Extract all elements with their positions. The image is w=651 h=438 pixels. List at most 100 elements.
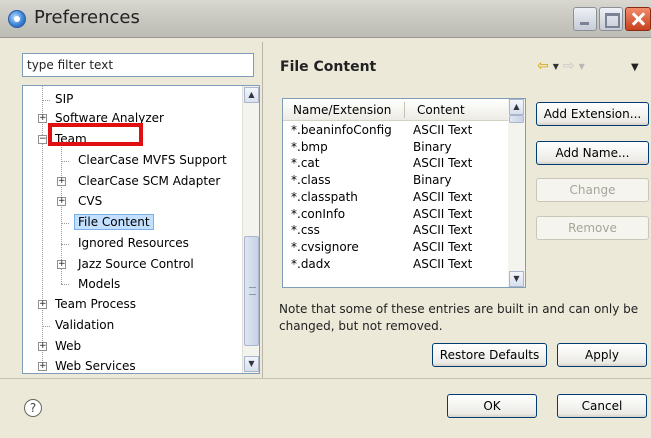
table-row[interactable]: *.css ASCII Text bbox=[283, 222, 508, 238]
tree-connector bbox=[61, 284, 69, 285]
grip-icon bbox=[249, 287, 256, 295]
expand-icon[interactable]: + bbox=[38, 114, 47, 123]
change-button[interactable]: Change bbox=[536, 178, 649, 202]
table-row[interactable]: *.bmp Binary bbox=[283, 139, 508, 155]
cell-name-extension: *.bmp bbox=[291, 139, 328, 154]
back-arrow-icon[interactable]: ⇦ bbox=[537, 58, 549, 74]
column-header-content[interactable]: Content bbox=[407, 99, 507, 121]
view-menu-icon[interactable]: ▼ bbox=[631, 62, 639, 73]
forward-arrow-icon[interactable]: ⇨ bbox=[563, 58, 575, 74]
table-row[interactable]: *.cat ASCII Text bbox=[283, 155, 508, 171]
apply-button[interactable]: Apply bbox=[557, 343, 647, 367]
cell-name-extension: *.cvsignore bbox=[291, 239, 359, 254]
page-title: File Content bbox=[280, 59, 377, 75]
scroll-up-button[interactable]: ▲ bbox=[244, 87, 259, 103]
cell-name-extension: *.conInfo bbox=[291, 206, 346, 221]
ok-button[interactable]: OK bbox=[447, 394, 537, 418]
note-text: Note that some of these entries are buil… bbox=[279, 302, 639, 333]
table-scrollbar[interactable]: ▲ ▼ bbox=[508, 99, 525, 287]
tree-item-label: SIP bbox=[55, 92, 74, 106]
tree-item-cvs[interactable]: CVS bbox=[78, 192, 102, 211]
tree-item-sip[interactable]: SIP bbox=[55, 90, 73, 109]
expand-icon[interactable]: + bbox=[38, 342, 47, 351]
table-row[interactable]: *.class Binary bbox=[283, 172, 508, 188]
cell-name-extension: *.beaninfoConfig bbox=[291, 123, 392, 137]
tree-connector bbox=[61, 244, 69, 245]
footer-separator bbox=[0, 378, 651, 379]
expand-icon[interactable]: + bbox=[57, 260, 66, 269]
column-header-name[interactable]: Name/Extension bbox=[283, 99, 401, 121]
title-bar[interactable]: Preferences bbox=[0, 0, 651, 38]
tree-item-jazz-source-control[interactable]: Jazz Source Control bbox=[78, 255, 194, 274]
expand-icon[interactable]: + bbox=[57, 197, 66, 206]
cell-name-extension: *.classpath bbox=[291, 189, 358, 204]
tree-connector bbox=[61, 223, 69, 224]
scroll-down-button[interactable]: ▼ bbox=[509, 271, 524, 287]
expand-icon[interactable]: + bbox=[38, 362, 47, 371]
selection-highlight-annotation bbox=[48, 123, 143, 146]
table-row[interactable]: *.classpath ASCII Text bbox=[283, 189, 508, 205]
table-row[interactable]: *.conInfo ASCII Text bbox=[283, 206, 508, 222]
scroll-up-button[interactable]: ▲ bbox=[509, 99, 524, 115]
navigation-arrows: ⇦ ▼ ⇨ ▼ bbox=[537, 58, 589, 74]
tree-item-models[interactable]: Models bbox=[78, 275, 120, 294]
table-row[interactable]: *.dadx ASCII Text bbox=[283, 256, 508, 272]
preferences-window: Preferences SIP + Software Analyzer − Te… bbox=[0, 0, 651, 438]
remove-button[interactable]: Remove bbox=[536, 216, 649, 240]
tree-item-label: Web bbox=[55, 339, 82, 353]
tree-item-label: Team Process bbox=[55, 297, 137, 311]
tree-item-web-services[interactable]: Web Services bbox=[55, 357, 136, 373]
tree-item-web[interactable]: Web bbox=[55, 337, 81, 356]
tree-connector bbox=[42, 326, 50, 327]
tree-item-team-process[interactable]: Team Process bbox=[55, 295, 136, 314]
scroll-thumb[interactable] bbox=[244, 236, 259, 346]
tree-guide-line bbox=[42, 86, 43, 371]
tree-item-label: Web Services bbox=[55, 359, 136, 373]
back-dropdown-icon[interactable]: ▼ bbox=[553, 62, 559, 71]
collapse-icon[interactable]: − bbox=[38, 135, 47, 144]
eclipse-logo-icon bbox=[8, 10, 26, 28]
expand-icon[interactable]: + bbox=[38, 300, 47, 309]
cell-content-type: ASCII Text bbox=[413, 189, 473, 204]
tree-item-clearcase-mvfs-support[interactable]: ClearCase MVFS Support bbox=[78, 151, 227, 170]
restore-defaults-button[interactable]: Restore Defaults bbox=[432, 343, 547, 367]
tree-item-label: Ignored Resources bbox=[78, 236, 189, 250]
close-button[interactable] bbox=[625, 7, 651, 31]
scroll-thumb[interactable] bbox=[509, 115, 524, 123]
cell-name-extension: *.css bbox=[291, 223, 320, 238]
add-extension-button[interactable]: Add Extension... bbox=[536, 102, 649, 126]
column-separator[interactable] bbox=[404, 102, 405, 118]
tree-item-label: Models bbox=[78, 277, 121, 291]
cell-name-extension: *.class bbox=[291, 173, 331, 188]
scroll-down-button[interactable]: ▼ bbox=[244, 356, 259, 372]
cell-name-extension: *.dadx bbox=[291, 256, 331, 271]
table-row[interactable]: *.beaninfoConfig ASCII Text bbox=[283, 122, 508, 138]
cancel-button[interactable]: Cancel bbox=[557, 394, 647, 418]
minimize-button[interactable] bbox=[573, 7, 597, 31]
table-row[interactable]: *.cvsignore ASCII Text bbox=[283, 239, 508, 255]
cell-content-type: ASCII Text bbox=[413, 156, 473, 171]
add-name-button[interactable]: Add Name... bbox=[536, 141, 649, 165]
tree-item-label: ClearCase SCM Adapter bbox=[78, 174, 221, 188]
tree-item-label: File Content bbox=[74, 214, 154, 230]
forward-dropdown-icon[interactable]: ▼ bbox=[579, 62, 585, 71]
tree-item-label: Validation bbox=[55, 318, 115, 332]
expand-icon[interactable]: + bbox=[57, 177, 66, 186]
window-title: Preferences bbox=[34, 7, 140, 28]
tree-item-ignored-resources[interactable]: Ignored Resources bbox=[78, 234, 189, 253]
pane-divider[interactable] bbox=[262, 42, 263, 378]
file-content-table[interactable]: Name/Extension Content *.beaninfoConfig A… bbox=[282, 98, 526, 288]
tree-connector bbox=[61, 161, 69, 162]
cell-content-type: ASCII Text bbox=[413, 123, 473, 137]
cell-content-type: ASCII Text bbox=[413, 223, 473, 238]
maximize-button[interactable] bbox=[599, 7, 623, 31]
tree-item-validation[interactable]: Validation bbox=[55, 316, 114, 335]
tree-item-file-content[interactable]: File Content bbox=[74, 213, 154, 232]
cell-content-type: ASCII Text bbox=[413, 206, 473, 221]
help-icon[interactable]: ? bbox=[24, 399, 42, 417]
filter-input[interactable] bbox=[22, 53, 254, 77]
tree-scrollbar[interactable]: ▲ ▼ bbox=[242, 86, 259, 373]
tree-item-label: CVS bbox=[78, 194, 103, 208]
tree-item-clearcase-scm-adapter[interactable]: ClearCase SCM Adapter bbox=[78, 172, 220, 191]
cell-name-extension: *.cat bbox=[291, 156, 320, 171]
